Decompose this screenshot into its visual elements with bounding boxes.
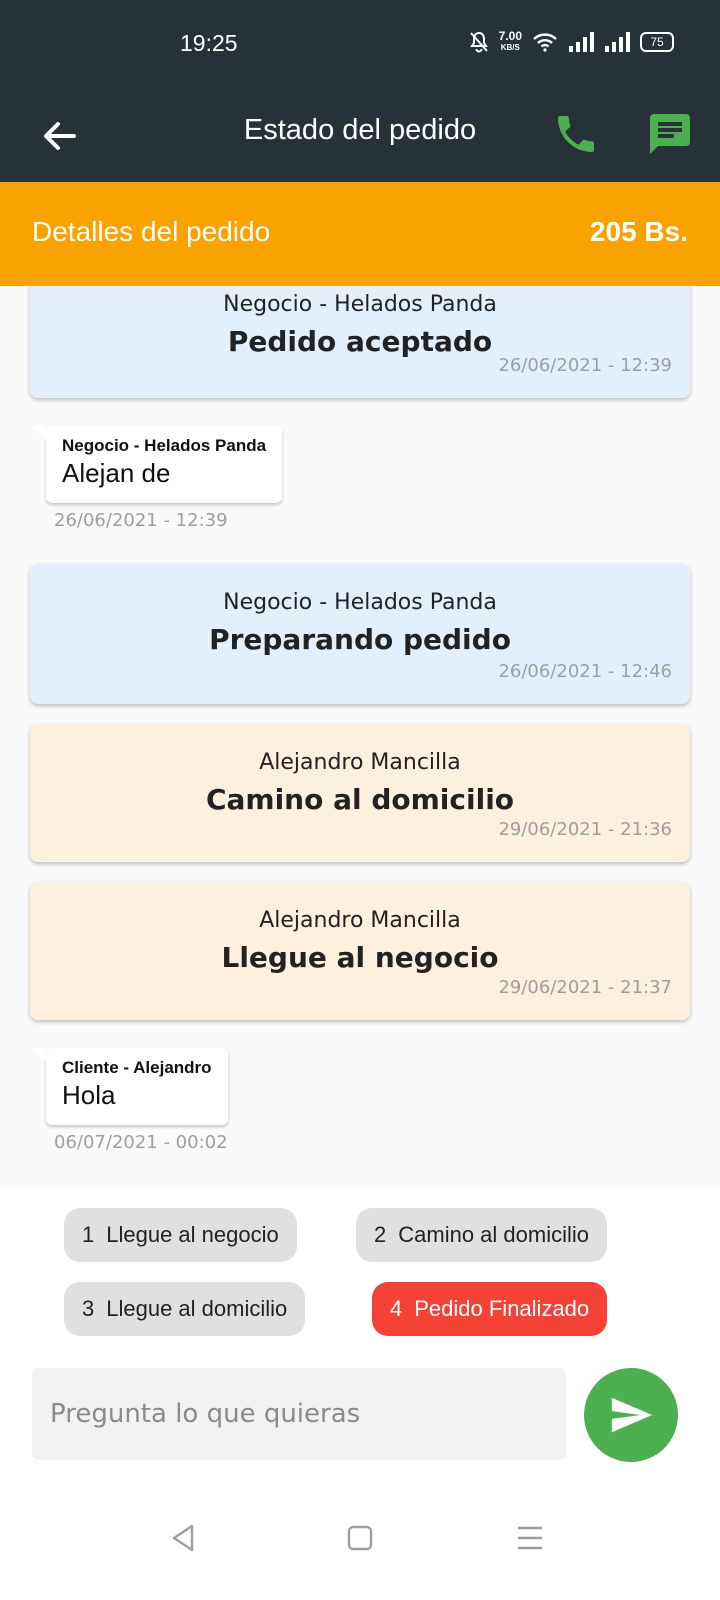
battery-icon: 75 (640, 32, 674, 52)
chat-bubble: Negocio - Helados Panda Alejan de (31, 426, 283, 503)
message-icon (650, 114, 690, 154)
status-card-author: Negocio - Helados Panda (223, 590, 497, 615)
page-title: Estado del pedido (243, 114, 477, 146)
status-bar: 19:25 7.00 KB/S 75 (0, 0, 720, 90)
status-card-time: 26/06/2021 - 12:46 (498, 661, 672, 682)
status-icons: 7.00 KB/S 75 (469, 30, 674, 54)
chat-bubble-time: 26/06/2021 - 12:39 (54, 510, 228, 531)
arrow-back-icon (44, 122, 76, 150)
status-card: Alejandro Mancilla Camino al domicilio 2… (30, 724, 690, 862)
send-icon (611, 1397, 653, 1433)
order-total: 205 Bs. (589, 216, 688, 247)
status-card-author: Alejandro Mancilla (259, 908, 461, 933)
wifi-icon (533, 33, 557, 52)
chip-camino-domicilio[interactable]: 2 Camino al domicilio (356, 1208, 607, 1262)
battery-level: 75 (650, 35, 664, 49)
send-button[interactable] (584, 1368, 678, 1462)
chip-llegue-negocio[interactable]: 1 Llegue al negocio (64, 1208, 297, 1262)
back-triangle-icon[interactable] (164, 1518, 204, 1558)
status-card-author: Negocio - Helados Panda (223, 292, 497, 317)
status-card-state: Llegue al negocio (221, 941, 499, 974)
status-card-time: 29/06/2021 - 21:36 (498, 819, 672, 840)
network-speed-unit: KB/S (500, 43, 520, 52)
status-card-state: Pedido aceptado (227, 325, 493, 358)
chip-number: 4 (390, 1296, 403, 1321)
back-button[interactable] (36, 112, 84, 160)
system-nav-bar (0, 1490, 720, 1600)
chat-bubble-text: Alejan de (62, 458, 171, 488)
status-card: Negocio - Helados Panda Pedido aceptado … (30, 286, 690, 398)
chat-bubble-time: 06/07/2021 - 00:02 (54, 1132, 228, 1153)
status-card-state: Preparando pedido (209, 623, 511, 656)
chip-llegue-domicilio[interactable]: 3 Llegue al domicilio (64, 1282, 306, 1336)
status-card-state: Camino al domicilio (205, 783, 515, 816)
chat-bubble-text: Hola (62, 1080, 116, 1110)
phone-icon (558, 116, 594, 152)
chip-number: 3 (82, 1296, 95, 1321)
menu-lines-icon[interactable] (510, 1518, 550, 1558)
order-details-label: Detalles del pedido (32, 216, 271, 247)
signal-icon (605, 32, 630, 52)
chip-label: Llegue al domicilio (106, 1296, 288, 1321)
home-square-icon[interactable] (340, 1518, 380, 1558)
chip-number: 2 (374, 1222, 387, 1247)
status-card: Negocio - Helados Panda Preparando pedid… (30, 564, 690, 704)
call-button[interactable] (552, 110, 600, 158)
bell-muted-icon (469, 31, 488, 53)
message-input[interactable] (32, 1368, 566, 1460)
network-speed-value: 7.00 (498, 29, 522, 43)
status-card-time: 29/06/2021 - 21:37 (498, 977, 672, 998)
chat-bubble-sender: Negocio - Helados Panda (62, 436, 267, 455)
status-time: 19:25 (180, 30, 238, 56)
chip-label: Llegue al negocio (106, 1222, 279, 1247)
order-feed[interactable]: Negocio - Helados Panda Pedido aceptado … (0, 286, 720, 1188)
network-speed: 7.00 KB/S (499, 30, 522, 54)
status-card-author: Alejandro Mancilla (259, 750, 461, 775)
chat-bubble-sender: Cliente - Alejandro (62, 1058, 212, 1077)
signal-icon (569, 32, 594, 52)
chip-number: 1 (82, 1222, 95, 1247)
chat-button[interactable] (646, 110, 694, 158)
chip-label: Pedido Finalizado (414, 1296, 590, 1321)
order-details-bar[interactable]: Detalles del pedido 205 Bs. (0, 182, 720, 286)
chip-label: Camino al domicilio (398, 1222, 589, 1247)
status-card-time: 26/06/2021 - 12:39 (498, 355, 672, 376)
status-card: Alejandro Mancilla Llegue al negocio 29/… (30, 882, 690, 1020)
app-bar: Estado del pedido (0, 90, 720, 182)
chat-bubble: Cliente - Alejandro Hola (32, 1048, 228, 1125)
chip-pedido-finalizado[interactable]: 4 Pedido Finalizado (372, 1282, 608, 1336)
